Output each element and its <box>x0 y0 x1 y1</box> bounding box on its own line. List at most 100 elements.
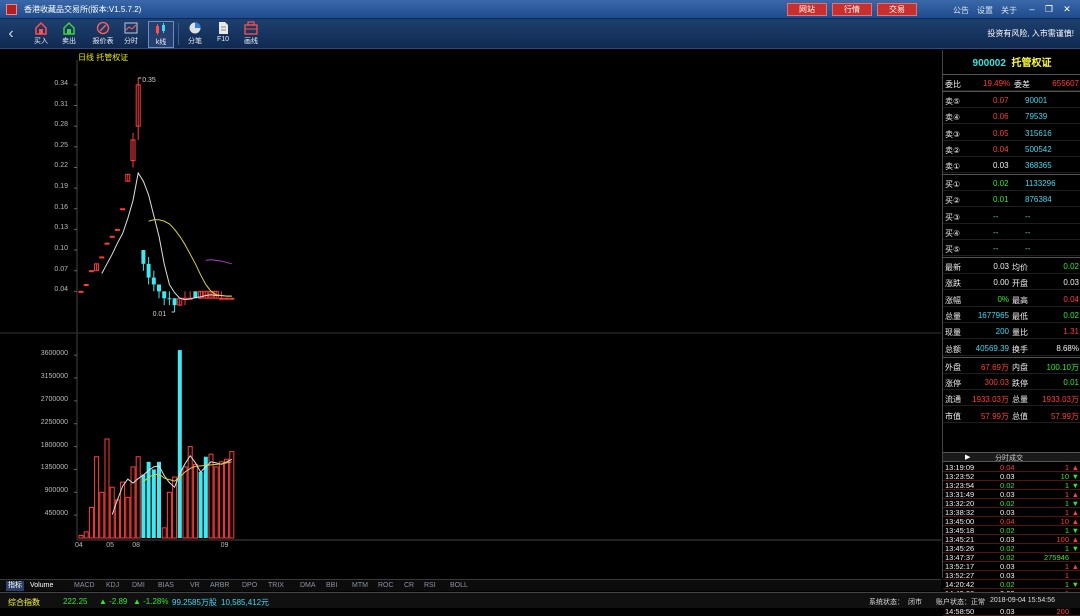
sell-button[interactable]: 卖出 <box>56 21 82 48</box>
indicator-tab[interactable]: 指标 <box>6 581 24 591</box>
book-volume: 1133296 <box>1025 179 1056 188</box>
tick-button[interactable]: 分笔 <box>182 21 208 48</box>
indicator-tab[interactable]: BIAS <box>158 581 174 591</box>
tick-volume: 1 <box>1064 544 1069 553</box>
ask-row[interactable]: 卖② 0.04 500542 <box>943 142 1080 157</box>
ask-row[interactable]: 卖⑤ 0.07 90001 <box>943 93 1080 108</box>
draw-line-label: 画线 <box>244 38 258 45</box>
stat-value: 0.04 <box>1063 294 1079 304</box>
kline-label: k线 <box>155 39 167 46</box>
book-volume: 315616 <box>1025 128 1052 138</box>
ask-row[interactable]: 卖④ 0.06 79539 <box>943 109 1080 125</box>
f10-button[interactable]: F10 <box>210 21 236 48</box>
stat-row: 流通 1933.03万 总量 1933.03万 <box>943 391 1080 407</box>
indicator-tab[interactable]: TRIX <box>268 581 284 591</box>
indicator-tab[interactable]: MACD <box>74 581 95 591</box>
bid-row[interactable]: 买③ -- -- <box>943 209 1080 224</box>
timeshare-button[interactable]: 分时 <box>118 21 144 48</box>
volume-bar <box>104 438 110 539</box>
candle-body <box>151 277 156 285</box>
stat-value: 200 <box>995 327 1009 337</box>
quote-table-button[interactable]: 报价表 <box>90 21 116 48</box>
book-price: 0.03 <box>993 161 1009 171</box>
indicator-tab[interactable]: DMA <box>300 581 316 591</box>
x-tick-label: 05 <box>106 542 114 549</box>
indicator-tab[interactable]: RSI <box>424 581 436 591</box>
down-arrow-icon: ▼ <box>1071 580 1079 589</box>
play-icon[interactable]: ▶ <box>965 453 970 461</box>
price-tick-label: 0.25 <box>54 141 68 149</box>
volume-bar <box>135 456 141 539</box>
bid-row[interactable]: 买④ -- -- <box>943 225 1080 240</box>
settings-link[interactable]: 设置 <box>977 5 993 16</box>
indicator-tab[interactable]: ROC <box>378 581 394 591</box>
volume-tick-label: 450000 <box>44 510 68 518</box>
indicator-tab[interactable]: DMI <box>132 581 145 591</box>
tick-price: 0.04 <box>1000 463 1015 472</box>
indicator-tab[interactable]: Volume <box>30 581 53 591</box>
stat-label: 总量 <box>1012 395 1028 405</box>
indicator-tab[interactable]: KDJ <box>106 581 119 591</box>
book-price: -- <box>993 227 999 237</box>
book-volume: 876384 <box>1025 195 1052 205</box>
back-arrow-icon[interactable]: ‹ <box>4 25 18 43</box>
kline-chart[interactable]: 0.35 0.01 <box>0 50 941 578</box>
indicator-tab[interactable]: MTM <box>352 581 368 591</box>
tick-row: 14:58:50 0.03 200 <box>943 607 1080 616</box>
stat-value: 100.10万 <box>1046 362 1079 372</box>
indicator-tab[interactable]: DPO <box>242 581 257 591</box>
kline-button[interactable]: k线 <box>148 21 174 48</box>
bid-row[interactable]: 买⑤ -- -- <box>943 241 1080 257</box>
stat-row: 涨停 300.03 跌停 0.01 <box>943 375 1080 391</box>
stat-value: 67.69万 <box>980 362 1009 372</box>
tick-time: 13:45:18 <box>945 526 975 535</box>
book-level-label: 买⑤ <box>945 245 961 255</box>
bid-row[interactable]: 买② 0.01 876384 <box>943 192 1080 208</box>
close-icon[interactable]: ✕ <box>1060 3 1074 16</box>
announcement-link[interactable]: 公告 <box>953 5 969 16</box>
stat-label: 跌停 <box>1012 379 1028 389</box>
tick-row: 13:45:26 0.02 1 ▼ <box>943 544 1080 553</box>
volume-bar <box>208 453 214 539</box>
stat-row: 涨幅 0% 最高 0.04 <box>943 292 1080 307</box>
candle-body <box>162 291 167 299</box>
stat-value: 40569.39 <box>975 343 1009 353</box>
candle-body <box>120 208 126 211</box>
security-title: 900002 托管权证 <box>943 54 1080 69</box>
indicator-tab[interactable]: CR <box>404 581 414 591</box>
buy-button[interactable]: 买入 <box>28 21 54 48</box>
restore-icon[interactable]: ❐ <box>1042 3 1056 16</box>
up-arrow-icon: ▲ <box>1071 508 1079 517</box>
price-tick-label: 0.16 <box>54 203 68 211</box>
minimize-icon[interactable]: – <box>1025 3 1039 16</box>
indicator-tab[interactable]: VR <box>190 581 200 591</box>
ask-row[interactable]: 卖① 0.03 368365 <box>943 158 1080 174</box>
down-arrow-icon: ▼ <box>1071 544 1079 553</box>
stat-row: 外盘 67.69万 内盘 100.10万 <box>943 359 1080 374</box>
book-volume: -- <box>1025 244 1031 254</box>
stat-value: 1933.03万 <box>1042 395 1079 405</box>
draw-line-button[interactable]: 画线 <box>238 21 264 48</box>
system-status-label: 系统状态： <box>869 599 904 606</box>
website-button[interactable]: 网站 <box>787 3 827 16</box>
indicator-tab[interactable]: BOLL <box>450 581 468 591</box>
about-link[interactable]: 关于 <box>1001 5 1017 16</box>
indicator-tab[interactable]: ARBR <box>210 581 229 591</box>
stat-value: 8.68% <box>1056 343 1079 353</box>
weibi-value: 19.49% <box>983 79 1011 88</box>
volume-bar <box>177 350 182 538</box>
indicator-tab[interactable]: BBI <box>326 581 337 591</box>
weibi-label: 委比 <box>945 80 961 89</box>
ask-row[interactable]: 卖③ 0.05 315616 <box>943 126 1080 141</box>
volume-tick-label: 900000 <box>44 487 68 495</box>
app-window: 香港收藏品交易所(版本:V1.5.7.2) 网站 行情 交易 公告 设置 关于 … <box>0 0 1080 616</box>
tick-time: 13:45:00 <box>945 517 975 526</box>
system-status-value: 闭市 <box>908 599 922 606</box>
book-level-label: 买③ <box>945 212 961 222</box>
volume-bar <box>161 527 167 539</box>
book-price: 0.05 <box>993 128 1009 138</box>
market-button[interactable]: 行情 <box>832 3 872 16</box>
trade-button[interactable]: 交易 <box>877 3 917 16</box>
bid-row[interactable]: 买① 0.02 1133296 <box>943 176 1080 191</box>
tick-price: 0.02 <box>1000 499 1015 508</box>
